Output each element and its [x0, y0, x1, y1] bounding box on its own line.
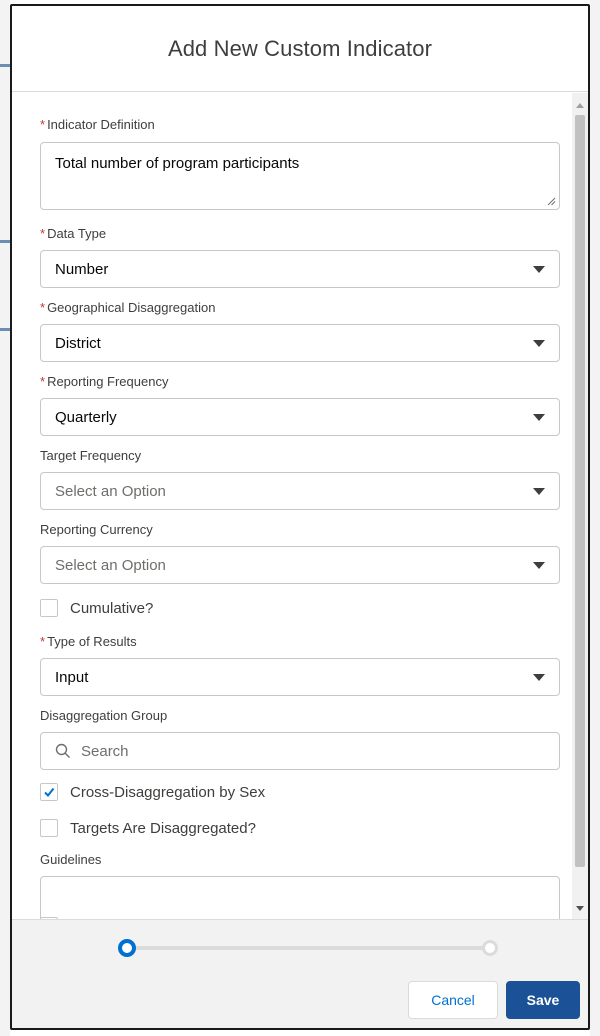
reporting-frequency-field: * Reporting Frequency Quarterly — [40, 372, 560, 436]
cross-disaggregation-row: Cross-Disaggregation by Sex — [40, 780, 542, 804]
reporting-currency-field: Reporting Currency Select an Option — [40, 520, 560, 584]
indicator-definition-textarea[interactable]: Total number of program participants — [40, 142, 560, 210]
reporting-currency-label: Reporting Currency — [40, 522, 153, 537]
data-type-select[interactable]: Number — [40, 250, 560, 288]
resize-grip-icon[interactable] — [546, 196, 556, 206]
indicator-definition-label: * Indicator Definition — [40, 117, 155, 132]
background-mark — [0, 328, 10, 331]
targets-disaggregated-label: Targets Are Disaggregated? — [70, 819, 256, 837]
cumulative-row: Cumulative? — [40, 596, 542, 620]
reporting-frequency-value: Quarterly — [55, 408, 117, 426]
guidelines-field: Guidelines — [40, 850, 560, 919]
modal-header: Add New Custom Indicator — [12, 6, 588, 92]
dropdown-caret-icon — [533, 339, 545, 347]
search-placeholder: Search — [81, 742, 129, 760]
dropdown-caret-icon — [533, 561, 545, 569]
targets-disaggregated-checkbox[interactable] — [40, 819, 58, 837]
progress-indicator — [118, 938, 498, 958]
reporting-currency-select[interactable]: Select an Option — [40, 546, 560, 584]
reporting-frequency-label: * Reporting Frequency — [40, 374, 169, 389]
geo-disaggregation-value: District — [55, 334, 101, 352]
type-of-results-field: * Type of Results Input — [40, 632, 560, 696]
geo-disaggregation-label: * Geographical Disaggregation — [40, 300, 216, 315]
modal-scrollbar[interactable] — [572, 93, 588, 919]
target-frequency-select[interactable]: Select an Option — [40, 472, 560, 510]
geo-disaggregation-field: * Geographical Disaggregation District — [40, 298, 560, 362]
target-frequency-placeholder: Select an Option — [55, 482, 166, 500]
targets-disaggregated-row: Targets Are Disaggregated? — [40, 816, 542, 840]
scroll-down-arrow-icon[interactable] — [576, 906, 584, 911]
dropdown-caret-icon — [533, 673, 545, 681]
save-button[interactable]: Save — [506, 981, 580, 1019]
disaggregation-group-label: Disaggregation Group — [40, 708, 168, 723]
required-marker: * — [40, 117, 46, 132]
background-mark — [0, 240, 10, 243]
geo-disaggregation-select[interactable]: District — [40, 324, 560, 362]
type-of-results-select[interactable]: Input — [40, 658, 560, 696]
background-page-right — [590, 0, 600, 1036]
scroll-up-arrow-icon[interactable] — [576, 103, 584, 108]
background-page-left — [0, 0, 10, 1036]
disaggregation-group-field: Disaggregation Group Search — [40, 706, 560, 770]
background-mark — [0, 64, 10, 67]
progress-step-current[interactable] — [118, 939, 136, 957]
type-of-results-label: * Type of Results — [40, 634, 137, 649]
progress-track — [128, 946, 488, 950]
data-type-label: * Data Type — [40, 226, 107, 241]
indicator-definition-field: * Indicator Definition Total number of pr… — [40, 115, 560, 210]
modal-body: * Indicator Definition Total number of pr… — [12, 93, 588, 919]
cancel-button[interactable]: Cancel — [408, 981, 498, 1019]
data-type-value: Number — [55, 260, 109, 278]
dropdown-caret-icon — [533, 413, 545, 421]
data-type-field: * Data Type Number — [40, 224, 560, 288]
target-frequency-label: Target Frequency — [40, 448, 142, 463]
type-of-results-value: Input — [55, 668, 89, 686]
dropdown-caret-icon — [533, 487, 545, 495]
guidelines-label: Guidelines — [40, 852, 102, 867]
custom-indicator-modal: Add New Custom Indicator * Indicator Defi… — [10, 4, 590, 1030]
reporting-frequency-select[interactable]: Quarterly — [40, 398, 560, 436]
guidelines-textarea[interactable] — [40, 876, 560, 919]
cumulative-label: Cumulative? — [70, 599, 154, 617]
cross-disaggregation-label: Cross-Disaggregation by Sex — [70, 783, 266, 801]
search-icon — [55, 743, 70, 758]
cross-disaggregation-checkbox[interactable] — [40, 783, 58, 801]
reporting-currency-placeholder: Select an Option — [55, 556, 166, 574]
checkmark-icon — [44, 787, 55, 798]
indicator-definition-value: Total number of program participants — [55, 155, 300, 172]
progress-step-next[interactable] — [482, 940, 498, 956]
disaggregation-group-search[interactable]: Search — [40, 732, 560, 770]
modal-footer: Cancel Save — [12, 919, 588, 1028]
target-frequency-field: Target Frequency Select an Option — [40, 446, 560, 510]
modal-title: Add New Custom Indicator — [167, 35, 433, 61]
indicator-form: * Indicator Definition Total number of pr… — [12, 93, 560, 919]
dropdown-caret-icon — [533, 265, 545, 273]
cumulative-checkbox[interactable] — [40, 599, 58, 617]
scroll-thumb[interactable] — [575, 115, 585, 867]
